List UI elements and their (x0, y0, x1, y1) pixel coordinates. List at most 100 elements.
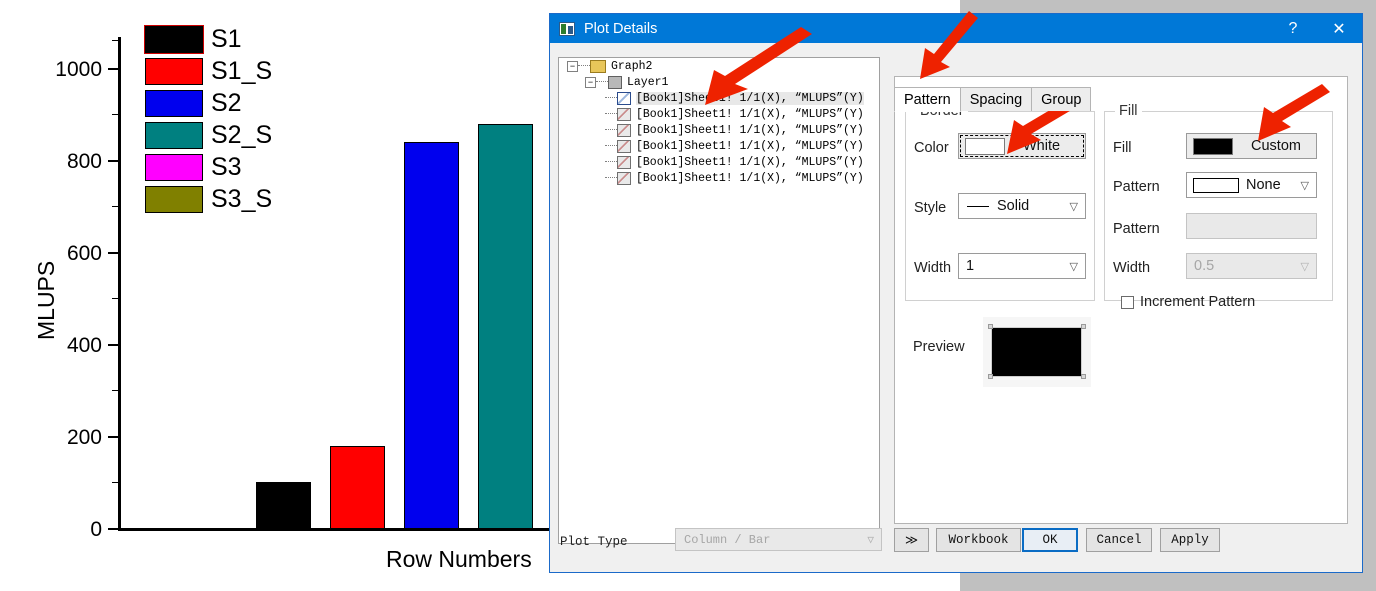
tree-connector (605, 177, 617, 179)
tree-label-plot: [Book1]Sheet1! 1/1(X), “MLUPS”(Y) (636, 123, 864, 137)
dialog-titlebar[interactable]: Plot Details ? ✕ (550, 14, 1362, 43)
plot-type-value: Column / Bar (684, 532, 771, 547)
legend-item-S2: S2 (145, 87, 272, 119)
checkbox-icon[interactable] (1121, 295, 1134, 309)
preview-handle-bl[interactable] (988, 374, 993, 379)
legend-label-S3_S: S3_S (211, 184, 273, 213)
fill-width-value: 0.5 (1194, 258, 1215, 274)
legend-label-S1_S: S1_S (211, 56, 273, 85)
chevron-down-icon: ▽ (1069, 200, 1078, 213)
preview-swatch (991, 327, 1082, 377)
border-groupbox: Border Color White Style Solid ▽ Width (905, 103, 1095, 301)
bar-chart: 0 200 400 600 800 1000 MLUPS Row Numbers… (0, 0, 560, 591)
plot-checkbox-icon[interactable] (617, 91, 631, 105)
y-ticklabel-0: 0 (90, 518, 102, 541)
plot-checkbox-icon[interactable] (617, 123, 631, 137)
border-style-value: Solid (997, 198, 1030, 214)
layer-icon (608, 75, 622, 89)
border-color-button[interactable]: White (958, 133, 1086, 159)
y-tick-minor-700 (112, 206, 119, 207)
preview-handle-tl[interactable] (988, 324, 993, 329)
chart-legend: S1 S1_S S2 S2_S S3 S3_S (144, 23, 273, 215)
y-tick-major-1000 (108, 68, 119, 70)
border-color-value: White (1023, 138, 1061, 154)
legend-label-S2_S: S2_S (211, 120, 273, 149)
legend-swatch-S3 (145, 153, 203, 181)
legend-item-S3_S: S3_S (145, 183, 272, 215)
chevron-down-icon: ▽ (1069, 260, 1078, 273)
tree-node-graph[interactable]: − Graph2 (559, 58, 879, 74)
graph-window-icon (559, 21, 575, 36)
increment-pattern-label: Increment Pattern (1140, 294, 1256, 310)
fill-groupbox: Fill Fill Custom Pattern None ▽ Pattern (1104, 103, 1333, 310)
fill-color-button[interactable]: Custom (1186, 133, 1317, 159)
border-width-label: Width (914, 260, 952, 276)
fill-pattern-color-button[interactable] (1186, 213, 1317, 239)
plot-checkbox-icon[interactable] (617, 155, 631, 169)
tree-label-plot: [Book1]Sheet1! 1/1(X), “MLUPS”(Y) (636, 107, 864, 121)
y-tick-minor-1100 (112, 40, 119, 41)
tree-item-plot[interactable]: [Book1]Sheet1! 1/1(X), “MLUPS”(Y) (559, 90, 879, 106)
cancel-button[interactable]: Cancel (1086, 528, 1152, 552)
chevron-down-icon: ▽ (867, 534, 874, 547)
folder-icon (590, 59, 606, 73)
tab-pattern[interactable]: Pattern (894, 87, 961, 112)
tree-item-plot[interactable]: [Book1]Sheet1! 1/1(X), “MLUPS”(Y) (559, 106, 879, 122)
plot-details-dialog: Plot Details ? ✕ − Graph2 − Layer1 [Book… (549, 13, 1363, 573)
legend-label-S1: S1 (211, 24, 242, 53)
preview-label: Preview (913, 339, 965, 355)
workbook-button[interactable]: Workbook (936, 528, 1021, 552)
tree-item-plot[interactable]: [Book1]Sheet1! 1/1(X), “MLUPS”(Y) (559, 154, 879, 170)
legend-swatch-S1 (144, 24, 204, 54)
plot-tree[interactable]: − Graph2 − Layer1 [Book1]Sheet1! 1/1(X),… (558, 57, 880, 544)
apply-button[interactable]: Apply (1160, 528, 1220, 552)
fill-pattern-label: Pattern (1113, 179, 1160, 195)
tree-connector (605, 161, 617, 163)
tree-node-layer[interactable]: − Layer1 (559, 74, 879, 90)
y-axis-line (118, 37, 121, 530)
border-color-swatch (965, 137, 1005, 155)
tree-item-plot[interactable]: [Book1]Sheet1! 1/1(X), “MLUPS”(Y) (559, 122, 879, 138)
preview-handle-tr[interactable] (1081, 324, 1086, 329)
legend-item-S1_S: S1_S (145, 55, 272, 87)
fill-group-title: Fill (1115, 103, 1142, 119)
help-button[interactable]: ? (1270, 14, 1316, 43)
tree-connector (605, 97, 617, 99)
tree-item-plot[interactable]: [Book1]Sheet1! 1/1(X), “MLUPS”(Y) (559, 138, 879, 154)
dialog-title: Plot Details (584, 20, 658, 37)
expander-layer-icon[interactable]: − (585, 76, 596, 88)
tree-label-layer: Layer1 (627, 75, 669, 89)
y-tick-minor-300 (112, 390, 119, 391)
y-tick-minor-100 (112, 482, 119, 483)
increment-pattern-checkbox[interactable]: Increment Pattern (1121, 294, 1255, 310)
fill-pattern-combo[interactable]: None ▽ (1186, 172, 1317, 198)
tree-item-plot[interactable]: [Book1]Sheet1! 1/1(X), “MLUPS”(Y) (559, 170, 879, 186)
plot-checkbox-icon[interactable] (617, 107, 631, 121)
y-tick-major-400 (108, 344, 119, 346)
pattern-preview-icon (1193, 177, 1239, 193)
tree-label-plot: [Book1]Sheet1! 1/1(X), “MLUPS”(Y) (636, 91, 864, 105)
dialog-body: − Graph2 − Layer1 [Book1]Sheet1! 1/1(X),… (550, 43, 1362, 572)
border-style-label: Style (914, 200, 947, 216)
close-icon[interactable]: ✕ (1316, 14, 1362, 43)
border-width-combo[interactable]: 1 ▽ (958, 253, 1086, 279)
y-tick-major-200 (108, 436, 119, 438)
chevron-down-icon: ▽ (1300, 179, 1309, 192)
fill-width-label: Width (1113, 260, 1151, 276)
dialog-bottom-bar: Plot Type Column / Bar ▽ ≫ Workbook OK C… (550, 517, 1362, 572)
ok-button[interactable]: OK (1022, 528, 1078, 552)
tree-label-plot: [Book1]Sheet1! 1/1(X), “MLUPS”(Y) (636, 171, 864, 185)
preview-handle-br[interactable] (1081, 374, 1086, 379)
expand-button[interactable]: ≫ (894, 528, 929, 552)
pattern-tab-panel: Border Color White Style Solid ▽ Width (894, 76, 1348, 524)
plot-checkbox-icon[interactable] (617, 171, 631, 185)
tab-spacing[interactable]: Spacing (959, 87, 1033, 111)
y-tick-minor-500 (112, 298, 119, 299)
border-style-combo[interactable]: Solid ▽ (958, 193, 1086, 219)
tab-strip: Pattern Spacing Group (894, 87, 1092, 112)
tab-group[interactable]: Group (1031, 87, 1092, 111)
tree-connector (605, 145, 617, 147)
expander-graph-icon[interactable]: − (567, 60, 578, 72)
plot-checkbox-icon[interactable] (617, 139, 631, 153)
desktop-backdrop-top (960, 0, 1376, 14)
